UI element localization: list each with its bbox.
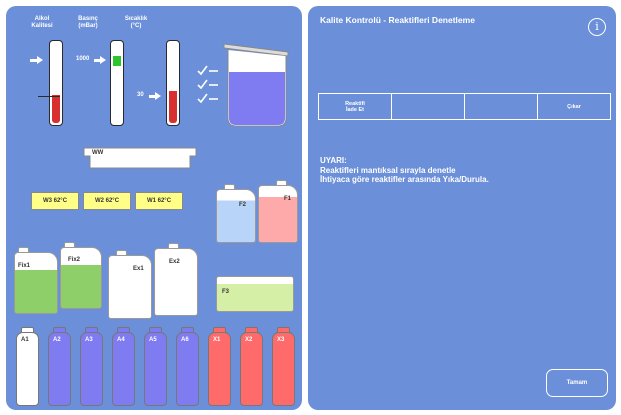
reagent-bottle-a6[interactable]: A6: [176, 332, 199, 406]
temperature-label: Sıcaklık (°C): [124, 16, 148, 29]
action-bar: Reaktifi İade Et Çıkar: [318, 93, 611, 120]
f2-label: F2: [239, 202, 247, 208]
reagent-bottle-x2[interactable]: X2: [240, 332, 263, 406]
bottle-label: A3: [85, 337, 93, 343]
dialog-panel: Kalite Kontrolü - Reaktifleri Denetleme …: [308, 6, 616, 410]
temperature-arrow-icon: [155, 92, 161, 100]
empty-slot-2: [465, 94, 538, 119]
alcohol-quality-label: Alkol Kalitesi: [31, 16, 53, 29]
ex2-label: Ex2: [169, 259, 180, 265]
bottle-label: X1: [213, 337, 221, 343]
bottle-label: A5: [149, 337, 157, 343]
warning-message: UYARI: Reaktifleri mantıksal sırayla den…: [320, 156, 489, 185]
ok-button[interactable]: Tamam: [546, 369, 608, 397]
dialog-title: Kalite Kontrolü - Reaktifleri Denetleme: [320, 15, 475, 25]
alcohol-arrow-icon: [37, 56, 43, 64]
wax-bath-w3[interactable]: W3 62°C: [31, 192, 79, 210]
alcohol-threshold-line: [38, 96, 60, 97]
reagent-container-f2[interactable]: F2: [216, 189, 256, 243]
reagent-bottle-a2[interactable]: A2: [48, 332, 71, 406]
f1-label: F1: [284, 196, 292, 202]
pressure-gauge-indicator: [113, 56, 121, 66]
pressure-gauge: [110, 40, 124, 126]
temperature-gauge-fill: [169, 91, 177, 123]
pressure-value: 1000: [76, 56, 90, 62]
info-icon[interactable]: i: [588, 18, 606, 36]
bottle-label: X2: [245, 337, 253, 343]
fix1-label: Fix1: [18, 263, 31, 269]
fix2-label: Fix2: [68, 257, 81, 263]
bottle-label: A6: [181, 337, 189, 343]
temperature-gauge: [166, 40, 180, 126]
reagent-bottle-a3[interactable]: A3: [80, 332, 103, 406]
reagent-bottle-a5[interactable]: A5: [144, 332, 167, 406]
temperature-value: 30: [137, 92, 144, 98]
reagent-container-f3[interactable]: F3: [216, 276, 294, 312]
alcohol-gauge: [49, 40, 63, 126]
reagent-container-fix1[interactable]: Fix1: [14, 252, 58, 314]
bottle-label: A2: [53, 337, 61, 343]
f3-label: F3: [222, 289, 230, 295]
reagent-container-ex2[interactable]: Ex2: [154, 248, 198, 316]
ex1-label: Ex1: [133, 266, 144, 272]
wax-bath-w1[interactable]: W1 62°C: [135, 192, 183, 210]
bottle-label: A4: [117, 337, 125, 343]
water-station-label: WW: [92, 150, 104, 156]
reagent-container-fix2[interactable]: Fix2: [60, 247, 102, 309]
warning-line-2: İhtiyaca göre reaktifler arasında Yıka/D…: [320, 175, 489, 184]
reagent-container-ex1[interactable]: Ex1: [108, 255, 152, 319]
wax-bath-w2[interactable]: W2 62°C: [83, 192, 131, 210]
reagent-bottle-a4[interactable]: A4: [112, 332, 135, 406]
alcohol-gauge-fill: [52, 95, 60, 123]
reagent-bottle-x1[interactable]: X1: [208, 332, 231, 406]
retort-icon: [223, 43, 289, 127]
reagent-bottle-a1[interactable]: A1: [16, 332, 39, 406]
warning-line-1: Reaktifleri mantıksal sırayla denetle: [320, 165, 456, 175]
reagent-bottle-x3[interactable]: X3: [272, 332, 295, 406]
reagent-container-f1[interactable]: F1: [258, 185, 298, 243]
bottle-label: X3: [277, 337, 285, 343]
bottle-label: A1: [21, 337, 29, 343]
warning-title: UYARI:: [320, 156, 347, 165]
pressure-arrow-icon: [100, 56, 106, 64]
return-reagent-button[interactable]: Reaktifi İade Et: [319, 94, 392, 119]
instrument-panel: Alkol Kalitesi Basınç (mBar) Sıcaklık (°…: [6, 6, 302, 410]
remove-button[interactable]: Çıkar: [538, 94, 610, 119]
empty-slot-1: [392, 94, 465, 119]
pressure-label: Basınç (mBar): [78, 16, 98, 29]
